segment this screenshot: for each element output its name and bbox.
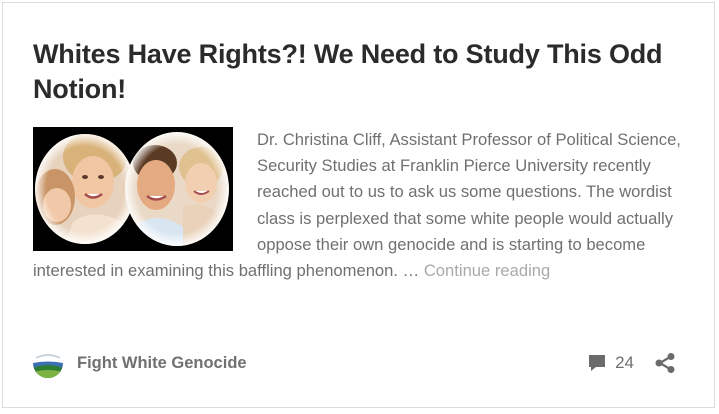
- post-thumbnail[interactable]: [33, 127, 233, 251]
- post-card: Whites Have Rights?! We Need to Study Th…: [2, 2, 715, 408]
- post-excerpt: Dr. Christina Cliff, Assistant Professor…: [33, 127, 685, 284]
- comment-bubble-icon: [589, 355, 606, 371]
- author-name[interactable]: Fight White Genocide: [77, 354, 247, 373]
- comments-link[interactable]: 24: [587, 353, 634, 373]
- site-logo-icon[interactable]: [33, 348, 63, 378]
- continue-reading-link[interactable]: Continue reading: [424, 261, 550, 280]
- comment-count: 24: [615, 353, 634, 372]
- post-title[interactable]: Whites Have Rights?! We Need to Study Th…: [33, 37, 693, 107]
- post-author[interactable]: Fight White Genocide: [33, 345, 247, 381]
- share-icon[interactable]: [654, 352, 676, 374]
- post-actions: 24: [587, 352, 676, 374]
